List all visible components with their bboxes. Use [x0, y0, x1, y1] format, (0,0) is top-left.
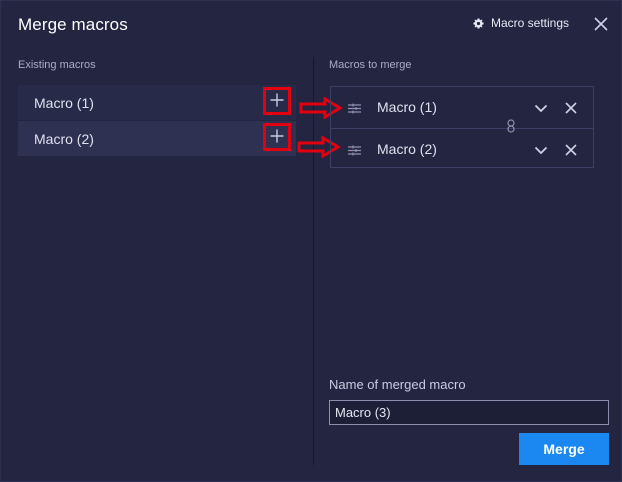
- existing-macro-label: Macro (2): [34, 130, 94, 147]
- merge-macro-label: Macro (2): [377, 141, 437, 157]
- close-icon: [593, 17, 609, 36]
- existing-macros-label: Existing macros: [18, 59, 96, 71]
- add-macro-button[interactable]: [263, 123, 291, 151]
- remove-macro-icon[interactable]: [565, 101, 577, 117]
- chevron-down-icon[interactable]: [534, 101, 548, 117]
- merge-macro-item: Macro (1): [331, 87, 593, 127]
- merge-macro-label: Macro (1): [377, 99, 437, 115]
- drag-handle-icon[interactable]: [348, 101, 361, 117]
- existing-macro-label: Macro (1): [34, 94, 94, 111]
- merge-macro-item: Macro (2): [331, 128, 593, 169]
- dialog-title: Merge macros: [18, 15, 128, 34]
- macro-settings-label: Macro settings: [491, 16, 570, 30]
- merged-macro-name-input[interactable]: [329, 400, 609, 425]
- existing-macro-item: Macro (1): [18, 85, 296, 120]
- macro-settings-button[interactable]: Macro settings: [473, 16, 569, 30]
- gear-icon: [473, 17, 484, 29]
- merge-macros-dialog: Merge macros Macro settings Existing mac…: [0, 0, 622, 482]
- macros-to-merge-label: Macros to merge: [329, 59, 412, 71]
- existing-macro-item: Macro (2): [18, 121, 296, 156]
- merged-macro-name-label: Name of merged macro: [329, 377, 466, 392]
- merge-button[interactable]: Merge: [519, 433, 609, 465]
- close-dialog-button[interactable]: [593, 16, 609, 32]
- plus-icon: [270, 93, 284, 110]
- merge-list: Macro (1) Macro (2): [330, 86, 594, 168]
- link-icon[interactable]: [507, 119, 515, 138]
- add-macro-button[interactable]: [263, 87, 291, 115]
- chevron-down-icon[interactable]: [534, 143, 548, 159]
- plus-icon: [270, 129, 284, 146]
- drag-handle-icon[interactable]: [348, 143, 361, 159]
- remove-macro-icon[interactable]: [565, 143, 577, 159]
